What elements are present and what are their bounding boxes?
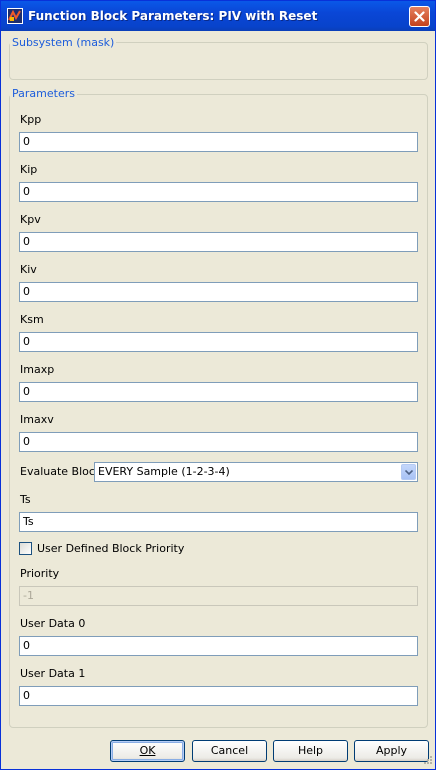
- evaluate-block-label: Evaluate Block: [20, 465, 102, 478]
- ts-input[interactable]: Ts: [19, 512, 418, 532]
- user-defined-priority-checkbox[interactable]: [19, 542, 32, 555]
- evaluate-block-select[interactable]: EVERY Sample (1-2-3-4): [94, 462, 418, 482]
- kpv-label: Kpv: [20, 213, 41, 226]
- dialog-window: Function Block Parameters: PIV with Rese…: [0, 0, 436, 770]
- close-button[interactable]: [409, 6, 430, 27]
- resize-grip-icon[interactable]: [421, 755, 433, 767]
- ok-button-label: OK: [139, 744, 156, 757]
- imaxv-input[interactable]: 0: [19, 432, 418, 452]
- user-data-1-label: User Data 1: [20, 667, 86, 680]
- parameters-group-title: Parameters: [10, 87, 77, 100]
- kip-input[interactable]: 0: [19, 182, 418, 202]
- apply-button[interactable]: Apply: [354, 740, 429, 762]
- chevron-down-icon: [405, 470, 413, 475]
- cancel-button[interactable]: Cancel: [192, 740, 267, 762]
- priority-label: Priority: [20, 567, 60, 580]
- help-button[interactable]: Help: [273, 740, 348, 762]
- ksm-label: Ksm: [20, 313, 44, 326]
- ksm-input[interactable]: 0: [19, 332, 418, 352]
- kiv-label: Kiv: [20, 263, 37, 276]
- user-data-0-label: User Data 0: [20, 617, 86, 630]
- priority-input: -1: [19, 586, 418, 606]
- kpv-input[interactable]: 0: [19, 232, 418, 252]
- imaxp-input[interactable]: 0: [19, 382, 418, 402]
- user-defined-priority-label[interactable]: User Defined Block Priority: [37, 542, 184, 555]
- window-title: Function Block Parameters: PIV with Rese…: [28, 9, 318, 23]
- user-data-1-input[interactable]: 0: [19, 686, 418, 706]
- kiv-input[interactable]: 0: [19, 282, 418, 302]
- user-data-0-input[interactable]: 0: [19, 636, 418, 656]
- kpp-input[interactable]: 0: [19, 132, 418, 152]
- dropdown-button[interactable]: [401, 464, 416, 480]
- evaluate-block-value: EVERY Sample (1-2-3-4): [98, 465, 230, 478]
- close-icon: [414, 11, 425, 22]
- imaxp-label: Imaxp: [20, 363, 55, 376]
- apply-button-label: Apply: [375, 744, 408, 757]
- title-bar[interactable]: Function Block Parameters: PIV with Rese…: [1, 1, 435, 31]
- simulink-icon: [7, 8, 23, 24]
- subsystem-group-title: Subsystem (mask): [10, 36, 117, 49]
- ok-button[interactable]: OK: [110, 740, 185, 762]
- help-button-label: Help: [297, 744, 324, 757]
- kip-label: Kip: [20, 163, 38, 176]
- cancel-button-label: Cancel: [210, 744, 249, 757]
- ts-label: Ts: [20, 493, 31, 506]
- imaxv-label: Imaxv: [20, 413, 54, 426]
- kpp-label: Kpp: [20, 113, 42, 126]
